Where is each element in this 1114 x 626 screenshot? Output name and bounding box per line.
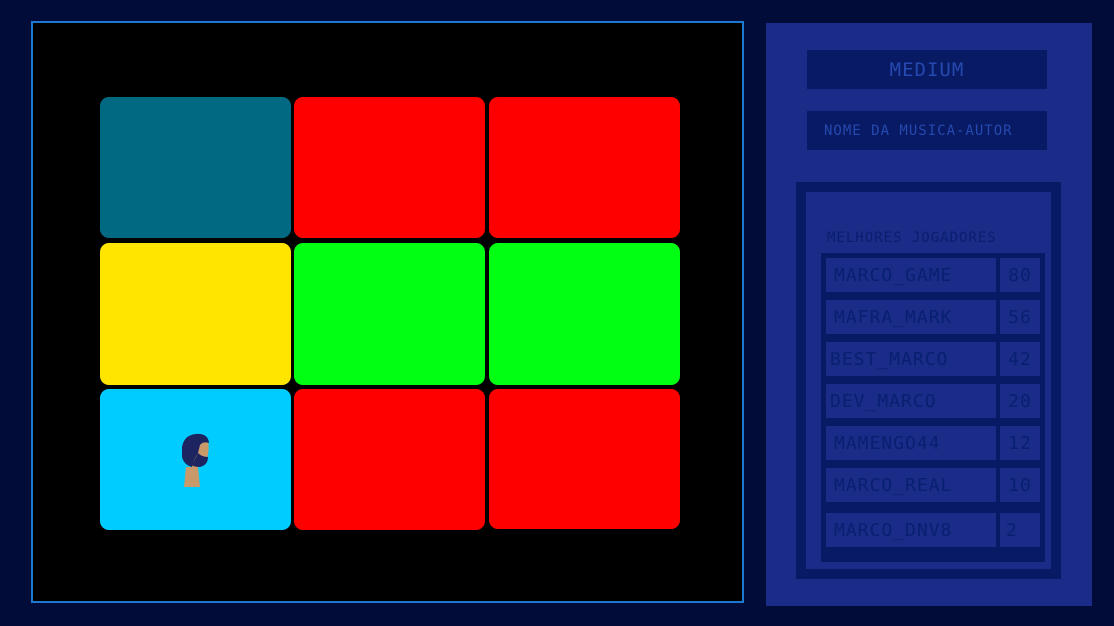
tile-9[interactable] <box>489 389 680 529</box>
player-name: MARCO_DNV8 <box>824 511 998 549</box>
score-row: MAMENGO44 12 <box>824 424 1042 462</box>
score-table: MARCO_GAME 80 MAFRA_MARK 56 BEST_MARCO 4… <box>821 253 1045 562</box>
player-name: BEST_MARCO <box>824 340 998 378</box>
player-name: MARCO_REAL <box>824 466 998 504</box>
tile-2[interactable] <box>294 97 485 238</box>
leaderboard-body: MELHORES JOGADORES MARCO_GAME 80 MAFRA_M… <box>806 192 1051 569</box>
player-name: MARCO_GAME <box>824 256 998 294</box>
leaderboard-title: MELHORES JOGADORES <box>827 230 997 246</box>
tile-6[interactable] <box>489 243 680 385</box>
difficulty-label: MEDIUM <box>807 50 1047 89</box>
player-score: 10 <box>998 466 1042 504</box>
tile-5[interactable] <box>294 243 485 385</box>
tile-3[interactable] <box>489 97 680 238</box>
player-name: DEV_MARCO <box>824 382 998 420</box>
score-row: DEV_MARCO 20 <box>824 382 1042 420</box>
tile-8[interactable] <box>294 389 485 530</box>
score-row: MAFRA_MARK 56 <box>824 298 1042 336</box>
score-row: MARCO_GAME 80 <box>824 256 1042 294</box>
player-score: 12 <box>998 424 1042 462</box>
song-label: NOME DA MUSICA-AUTOR <box>807 111 1047 150</box>
score-row: MARCO_DNV8 2 <box>824 511 1042 549</box>
score-row: MARCO_REAL 10 <box>824 466 1042 504</box>
leaderboard: MELHORES JOGADORES MARCO_GAME 80 MAFRA_M… <box>796 182 1061 579</box>
bearded-man-avatar-icon <box>182 433 209 487</box>
score-row: BEST_MARCO 42 <box>824 340 1042 378</box>
tile-4[interactable] <box>100 243 291 385</box>
player-name: MAFRA_MARK <box>824 298 998 336</box>
player-score: 2 <box>998 511 1042 549</box>
player-score: 20 <box>998 382 1042 420</box>
player-score: 56 <box>998 298 1042 336</box>
player-score: 80 <box>998 256 1042 294</box>
game-board <box>31 21 744 603</box>
player-score: 42 <box>998 340 1042 378</box>
player-name: MAMENGO44 <box>824 424 998 462</box>
tile-1[interactable] <box>100 97 291 238</box>
tile-7[interactable] <box>100 389 291 530</box>
side-panel: MEDIUM NOME DA MUSICA-AUTOR MELHORES JOG… <box>766 23 1092 606</box>
